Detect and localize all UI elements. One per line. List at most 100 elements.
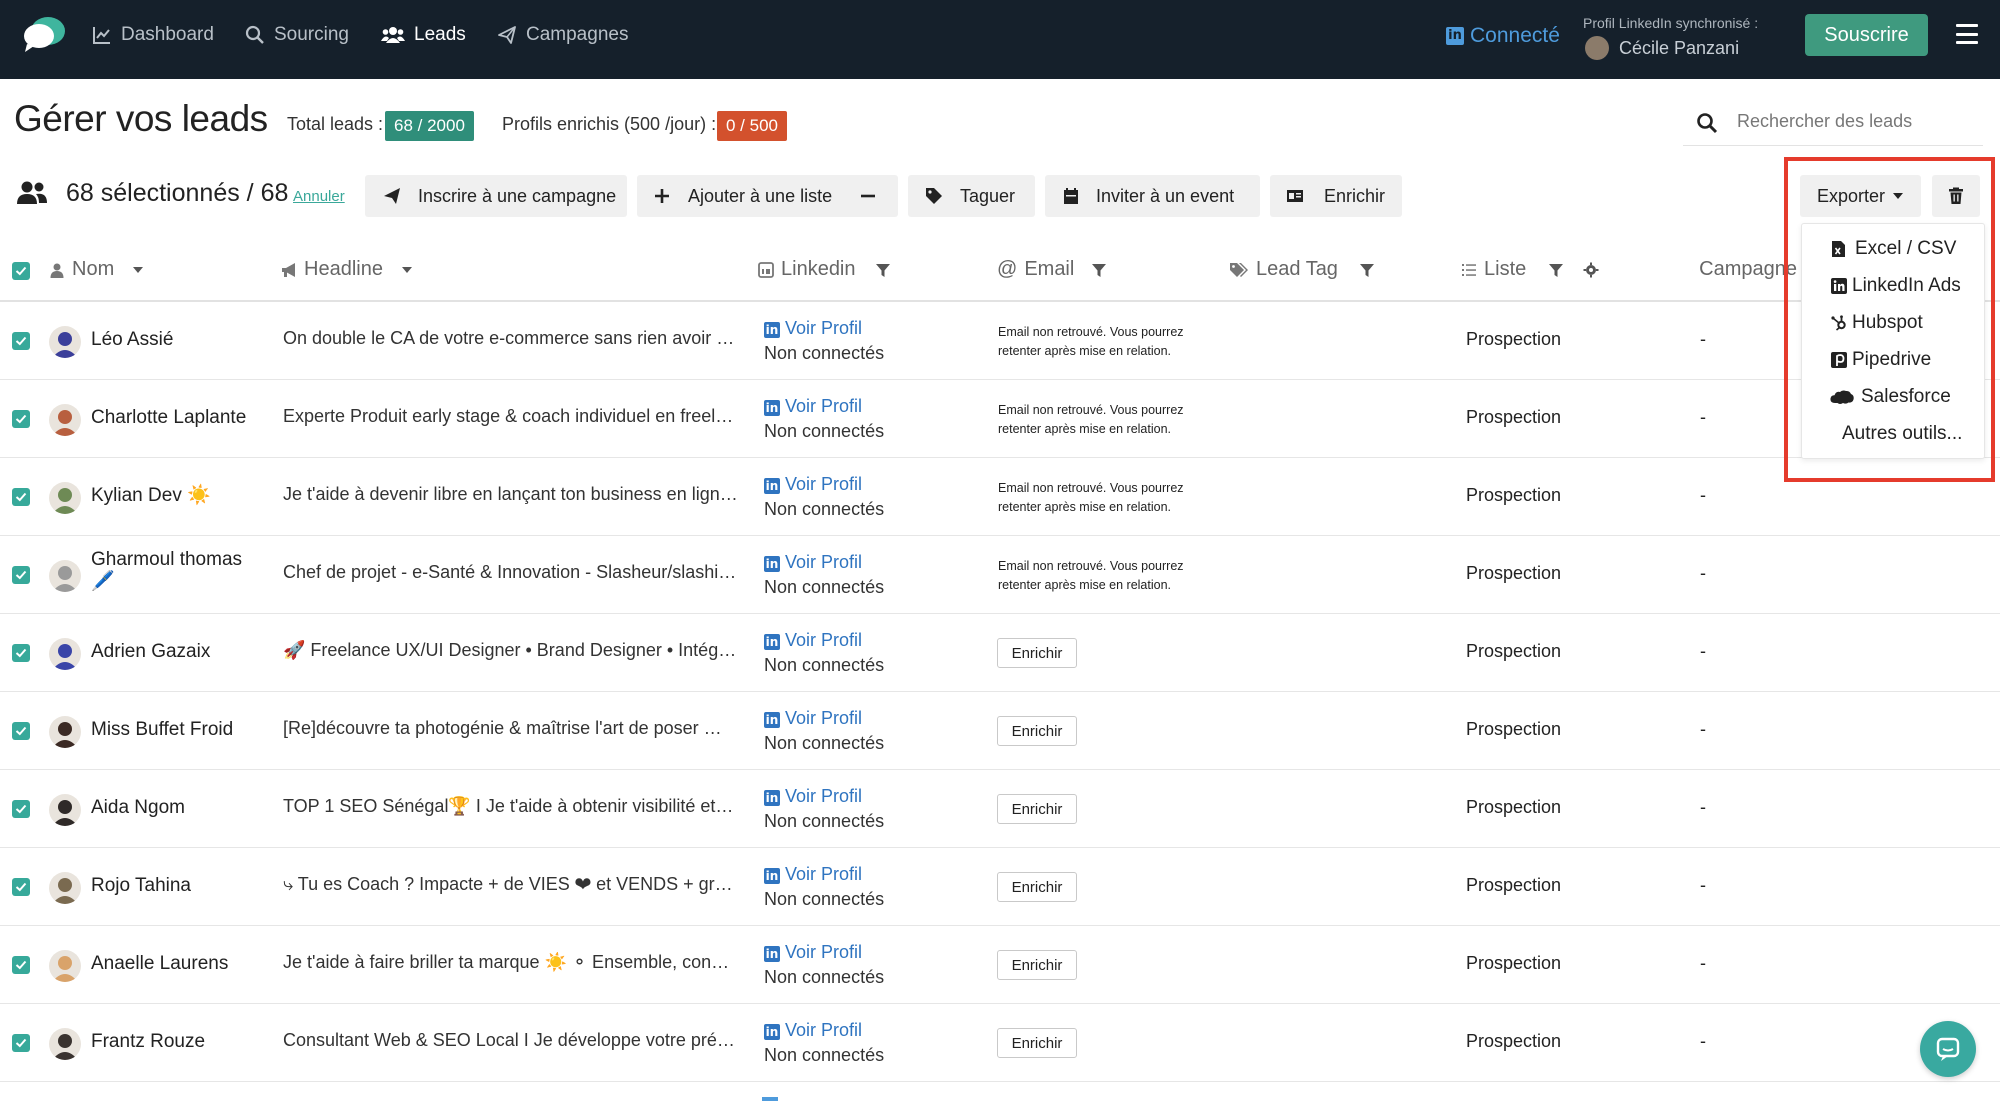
- view-profile-link[interactable]: Voir Profil: [785, 708, 862, 729]
- export-salesforce[interactable]: Salesforce: [1802, 381, 1986, 413]
- export-hubspot[interactable]: Hubspot: [1802, 307, 1986, 339]
- row-enrich-button[interactable]: Enrichir: [997, 638, 1077, 668]
- export-pipedrive[interactable]: Pipedrive: [1802, 344, 1986, 376]
- view-profile-link[interactable]: Voir Profil: [785, 396, 862, 417]
- search-input[interactable]: [1737, 106, 1977, 136]
- view-profile-link[interactable]: Voir Profil: [785, 474, 862, 495]
- synced-user[interactable]: Cécile Panzani: [1585, 36, 1739, 60]
- view-profile-link[interactable]: Voir Profil: [785, 1020, 862, 1041]
- lead-name[interactable]: Charlotte Laplante: [91, 407, 311, 429]
- table-row[interactable]: Adrien Gazaix 🚀 Freelance UX/UI Designer…: [0, 614, 2000, 692]
- view-profile-link[interactable]: Voir Profil: [785, 786, 862, 807]
- table-row[interactable]: Kylian Dev ☀️ Je t'aide à devenir libre …: [0, 458, 2000, 536]
- cancel-selection-link[interactable]: Annuler: [293, 188, 345, 205]
- lead-name[interactable]: Miss Buffet Froid: [91, 719, 311, 741]
- linkedin-connected-status[interactable]: in Connecté: [1446, 24, 1560, 48]
- table-row[interactable]: Miss Buffet Froid [Re]découvre ta photog…: [0, 692, 2000, 770]
- table-row[interactable]: Frantz Rouze Consultant Web & SEO Local …: [0, 1004, 2000, 1082]
- lead-name[interactable]: Frantz Rouze: [91, 1031, 311, 1053]
- export-excel-csv[interactable]: Excel / CSV: [1802, 233, 1986, 265]
- lead-name[interactable]: Rojo Tahina: [91, 875, 311, 897]
- lead-name[interactable]: Anaelle Laurens: [91, 953, 311, 975]
- lead-name[interactable]: Aida Ngom: [91, 797, 311, 819]
- filter-icon[interactable]: [875, 262, 891, 278]
- sort-caret-icon[interactable]: [401, 266, 412, 273]
- view-profile-link[interactable]: Voir Profil: [785, 630, 862, 651]
- lead-campaign: -: [1700, 641, 1706, 661]
- nav-sourcing[interactable]: Sourcing: [245, 24, 349, 46]
- linkedin-icon: in: [764, 1024, 780, 1040]
- row-enrich-button[interactable]: Enrichir: [997, 950, 1077, 980]
- enrich-button[interactable]: Enrichir: [1270, 175, 1402, 217]
- table-row[interactable]: Aida Ngom TOP 1 SEO Sénégal🏆 I Je t'aide…: [0, 770, 2000, 848]
- row-enrich-button[interactable]: Enrichir: [997, 872, 1077, 902]
- row-enrich-button[interactable]: Enrichir: [997, 716, 1077, 746]
- invite-event-button[interactable]: Inviter à un event: [1045, 175, 1260, 217]
- row-checkbox[interactable]: [12, 566, 30, 584]
- view-profile-link[interactable]: Voir Profil: [785, 552, 862, 573]
- email-not-found-message: Email non retrouvé. Vous pourrez retente…: [998, 325, 1184, 358]
- column-campaign[interactable]: Campagne: [1692, 258, 1797, 281]
- table-row[interactable]: Léo Assié On double le CA de votre e-com…: [0, 302, 2000, 380]
- nav-campagnes[interactable]: Campagnes: [497, 24, 628, 46]
- row-checkbox[interactable]: [12, 488, 30, 506]
- table-row[interactable]: Anaelle Laurens Je t'aide à faire brille…: [0, 926, 2000, 1004]
- linkedin-icon: in: [764, 868, 780, 884]
- row-checkbox[interactable]: [12, 878, 30, 896]
- view-profile-link[interactable]: Voir Profil: [785, 942, 862, 963]
- row-checkbox[interactable]: [12, 410, 30, 428]
- filter-icon[interactable]: [1091, 262, 1107, 278]
- delete-button[interactable]: [1932, 175, 1980, 217]
- row-enrich-button[interactable]: Enrichir: [997, 1028, 1077, 1058]
- row-checkbox[interactable]: [12, 800, 30, 818]
- filter-icon[interactable]: [1548, 262, 1564, 278]
- export-linkedin-ads[interactable]: LinkedIn Ads: [1802, 270, 1986, 302]
- row-checkbox[interactable]: [12, 722, 30, 740]
- connection-status: Non connectés: [764, 343, 885, 363]
- table-row[interactable]: Gharmoul thomas 🖊️ Chef de projet - e-Sa…: [0, 536, 2000, 614]
- lead-name[interactable]: Léo Assié: [91, 329, 311, 351]
- linkedin-icon: in: [1446, 27, 1464, 45]
- column-linkedin[interactable]: Linkedin: [758, 258, 856, 281]
- lead-headline: [Re]découvre ta photogénie & maîtrise l'…: [283, 718, 738, 738]
- export-dropdown-button[interactable]: Exporter: [1800, 175, 1921, 217]
- users-icon: [381, 27, 405, 43]
- row-checkbox[interactable]: [12, 1034, 30, 1052]
- enroll-campaign-button[interactable]: Inscrire à une campagne: [365, 175, 627, 217]
- table-row[interactable]: Charlotte Laplante Experte Produit early…: [0, 380, 2000, 458]
- minus-icon[interactable]: [859, 187, 877, 205]
- row-checkbox[interactable]: [12, 956, 30, 974]
- view-profile-link[interactable]: Voir Profil: [785, 864, 862, 885]
- lead-name[interactable]: Kylian Dev ☀️: [91, 485, 311, 507]
- lead-name[interactable]: Gharmoul thomas 🖊️: [91, 549, 251, 593]
- row-checkbox[interactable]: [12, 644, 30, 662]
- column-lead-tag[interactable]: Lead Tag: [1229, 258, 1338, 281]
- row-checkbox[interactable]: [12, 332, 30, 350]
- linkedin-icon: in: [764, 400, 780, 416]
- filter-icon[interactable]: [1359, 262, 1375, 278]
- total-leads-label: Total leads :: [287, 114, 384, 134]
- row-enrich-button[interactable]: Enrichir: [997, 794, 1077, 824]
- sort-caret-icon[interactable]: [133, 266, 144, 273]
- select-all-checkbox[interactable]: [12, 262, 30, 280]
- lead-name[interactable]: Adrien Gazaix: [91, 641, 311, 663]
- column-email[interactable]: @ Email: [997, 258, 1074, 281]
- hamburger-menu-icon[interactable]: [1956, 24, 1978, 44]
- column-list[interactable]: Liste: [1461, 258, 1526, 281]
- lead-campaign: -: [1700, 329, 1706, 349]
- add-to-list-button[interactable]: Ajouter à une liste: [637, 175, 898, 217]
- column-headline[interactable]: Headline: [281, 258, 412, 281]
- view-profile-link[interactable]: Voir Profil: [785, 318, 862, 339]
- chat-support-button[interactable]: [1920, 1021, 1976, 1077]
- subscribe-button[interactable]: Souscrire: [1805, 14, 1928, 56]
- column-name[interactable]: Nom: [49, 258, 144, 281]
- column-campaign-label: Campagne: [1699, 258, 1797, 280]
- column-email-label: Email: [1024, 258, 1075, 280]
- nav-leads[interactable]: Leads: [381, 24, 466, 46]
- export-other-tools[interactable]: Autres outils...: [1802, 418, 1986, 450]
- app-logo-icon[interactable]: [22, 14, 66, 54]
- tag-button[interactable]: Taguer: [908, 175, 1035, 217]
- nav-dashboard[interactable]: Dashboard: [92, 24, 214, 46]
- gear-icon[interactable]: [1583, 262, 1599, 278]
- table-row[interactable]: Rojo Tahina ⤷ Tu es Coach ? Impacte + de…: [0, 848, 2000, 926]
